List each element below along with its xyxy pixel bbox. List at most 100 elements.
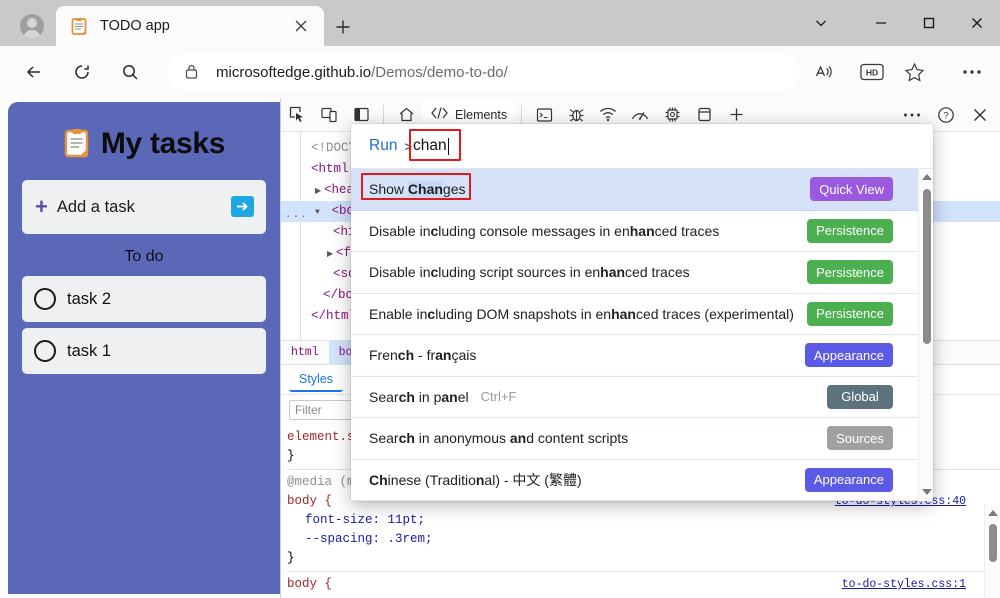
list-item[interactable]: Search in panel Ctrl+F Global	[351, 377, 933, 419]
clipboard-icon	[63, 128, 91, 160]
ellipsis-icon[interactable]	[956, 56, 988, 88]
add-task-input[interactable]	[57, 198, 207, 217]
star-icon[interactable]	[898, 56, 930, 88]
maximize-icon[interactable]	[906, 6, 952, 40]
css-declaration-text: font-size: 11pt;	[305, 513, 425, 527]
list-item-label: Search in anonymous and content scripts	[369, 430, 628, 446]
list-item[interactable]: Disable including console messages in en…	[351, 211, 933, 253]
task-checkbox[interactable]	[34, 340, 56, 362]
url-host: microsoftedge.github.io	[216, 64, 371, 81]
list-item[interactable]: task 1	[22, 328, 266, 374]
tab-styles[interactable]: Styles	[289, 368, 343, 392]
triangle-up-icon[interactable]	[922, 174, 932, 180]
status-badge: Appearance	[805, 343, 893, 367]
command-palette-list[interactable]: Show Changes Quick View Disable includin…	[351, 169, 933, 501]
status-badge: Global	[827, 385, 893, 409]
status-badge: Persistence	[807, 260, 893, 284]
status-badge: Appearance	[805, 468, 893, 492]
palette-chevron: >	[404, 139, 412, 154]
close-icon[interactable]	[954, 6, 1000, 40]
task-label: task 1	[67, 342, 111, 361]
arrow-right-icon[interactable]	[231, 196, 254, 217]
command-palette[interactable]: Run > chan Show Changes Quick View Disab…	[351, 124, 933, 501]
divider	[287, 571, 1000, 572]
list-item-label: Show Changes	[369, 181, 466, 197]
list-item[interactable]: task 2	[22, 276, 266, 322]
list-item[interactable]: Disable including script sources in enha…	[351, 252, 933, 294]
scrollbar-thumb[interactable]	[989, 524, 997, 562]
profile-button[interactable]	[8, 6, 56, 46]
chevron-down-icon[interactable]	[798, 6, 844, 40]
command-palette-input-row[interactable]: Run > chan	[351, 124, 933, 169]
add-task-row[interactable]: +	[22, 180, 266, 234]
chevron-down-icon[interactable]: ▼	[315, 202, 324, 223]
list-item-label: Search in panel	[369, 389, 469, 405]
plus-icon[interactable]	[330, 14, 356, 40]
palette-prefix-label: Run	[369, 137, 397, 155]
css-source-link[interactable]: to-do-styles.css:1	[842, 575, 966, 594]
scrollbar-thumb[interactable]	[923, 189, 931, 344]
code-brackets-icon	[430, 106, 449, 123]
list-item-label: Chinese (Traditional) - 中文 (繁體)	[369, 470, 582, 490]
css-selector: body {	[287, 494, 332, 508]
device-emulation-icon[interactable]	[313, 102, 345, 128]
css-selector: body {	[287, 577, 332, 591]
close-icon[interactable]	[964, 102, 996, 128]
css-declaration[interactable]: --spacing: .3rem;	[287, 530, 1000, 549]
list-item-label: Disable including console messages in en…	[369, 223, 719, 239]
list-item[interactable]: French - français Appearance	[351, 335, 933, 377]
reload-icon[interactable]	[66, 56, 98, 88]
svg-text:HD: HD	[866, 68, 878, 78]
lock-icon	[184, 63, 200, 81]
url-path: /Demos/demo-to-do/	[371, 64, 508, 81]
scrollbar[interactable]	[918, 169, 933, 501]
triangle-down-icon[interactable]	[922, 489, 932, 495]
css-rule[interactable]: body { to-do-styles.css:1	[287, 575, 1000, 594]
read-aloud-icon[interactable]	[808, 56, 840, 88]
list-item-label: French - français	[369, 347, 476, 363]
browser-title-bar: TODO app	[0, 0, 1000, 46]
search-icon[interactable]	[114, 56, 146, 88]
list-item[interactable]: Search in anonymous and content scripts …	[351, 418, 933, 460]
divider	[383, 105, 384, 125]
command-palette-input[interactable]: chan	[413, 137, 447, 155]
close-icon[interactable]	[292, 17, 310, 35]
status-badge: Quick View	[810, 177, 893, 201]
address-bar[interactable]: microsoftedge.github.io/Demos/demo-to-do…	[166, 54, 800, 90]
list-item[interactable]: Chinese (Traditional) - 中文 (繁體) Appearan…	[351, 460, 933, 502]
list-item[interactable]: Show Changes Quick View	[351, 169, 933, 211]
todo-app-card: My tasks + To do task 2 task 1	[8, 102, 280, 594]
browser-toolbar: microsoftedge.github.io/Demos/demo-to-do…	[0, 46, 1000, 98]
divider	[521, 105, 522, 125]
task-label: task 2	[67, 290, 111, 309]
minimize-icon[interactable]	[858, 6, 904, 40]
list-item[interactable]: Enable including DOM snapshots in enhanc…	[351, 294, 933, 336]
css-declaration-text: --spacing: .3rem;	[305, 532, 433, 546]
scrollbar[interactable]	[984, 504, 999, 598]
keyboard-shortcut: Ctrl+F	[481, 389, 517, 404]
css-declaration[interactable]: font-size: 11pt;	[287, 511, 1000, 530]
chevron-right-icon[interactable]: ▶	[327, 244, 336, 265]
list-item-label: Enable including DOM snapshots in enhanc…	[369, 306, 794, 322]
browser-tab[interactable]: TODO app	[56, 6, 324, 46]
browser-window: TODO app	[0, 0, 1000, 598]
chevron-right-icon[interactable]: ▶	[315, 181, 324, 202]
filter-input[interactable]: Filter	[289, 400, 359, 420]
list-item-label: Disable including script sources in enha…	[369, 264, 690, 280]
avatar-icon	[20, 14, 44, 38]
question-mark-icon[interactable]: ?	[930, 102, 962, 128]
status-badge: Persistence	[807, 302, 893, 326]
task-checkbox[interactable]	[34, 288, 56, 310]
tab-label: Elements	[455, 108, 507, 122]
todo-section-label: To do	[22, 248, 266, 266]
breadcrumb-item-html[interactable]: html	[281, 341, 329, 365]
triangle-up-icon[interactable]	[988, 510, 997, 519]
plus-icon: +	[35, 196, 48, 218]
todo-header: My tasks	[22, 102, 266, 164]
back-arrow-icon[interactable]	[18, 56, 50, 88]
page-title: My tasks	[101, 127, 225, 161]
hd-badge-icon[interactable]: HD	[856, 56, 888, 88]
inspect-element-icon[interactable]	[281, 102, 313, 128]
url-text: microsoftedge.github.io/Demos/demo-to-do…	[216, 64, 508, 81]
clipboard-icon	[70, 17, 88, 35]
